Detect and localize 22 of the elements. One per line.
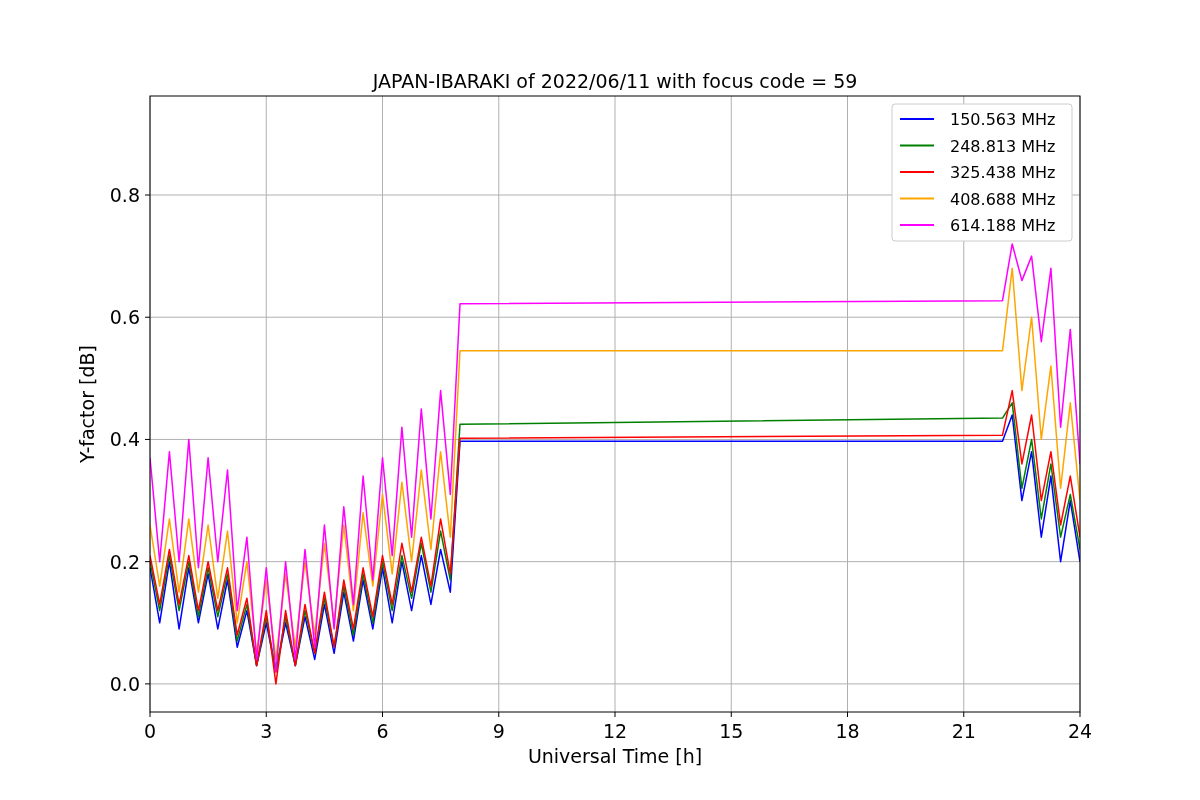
legend-label: 408.688 MHz — [950, 189, 1056, 209]
chart-title: JAPAN-IBARAKI of 2022/06/11 with focus code = 59 — [372, 70, 858, 92]
x-tick-label: 18 — [835, 720, 860, 742]
x-tick-label: 12 — [602, 720, 628, 742]
y-axis-label: Y-factor [dB] — [76, 345, 98, 463]
y-tick-label: 0.6 — [109, 306, 140, 329]
legend-label: 150.563 MHz — [950, 110, 1056, 129]
x-tick-label: 6 — [376, 720, 389, 742]
legend-label: 325.438 MHz — [950, 163, 1056, 182]
x-tick-label: 9 — [492, 720, 505, 742]
y-tick-label: 0.2 — [109, 550, 140, 573]
y-tick-label: 0.4 — [109, 428, 140, 451]
x-tick-label: 0 — [143, 720, 157, 742]
y-tick-label: 0.8 — [109, 184, 140, 206]
y-tick-label: 0.0 — [109, 672, 140, 695]
x-tick-label: 3 — [260, 720, 273, 742]
legend-label: 248.813 MHz — [950, 136, 1056, 156]
legend-label: 614.188 MHz — [950, 216, 1056, 235]
x-tick-label: 24 — [1067, 720, 1093, 742]
x-tick-label: 15 — [719, 720, 744, 742]
x-tick-label: 21 — [951, 720, 976, 742]
x-axis-label: Universal Time [h] — [527, 745, 703, 767]
